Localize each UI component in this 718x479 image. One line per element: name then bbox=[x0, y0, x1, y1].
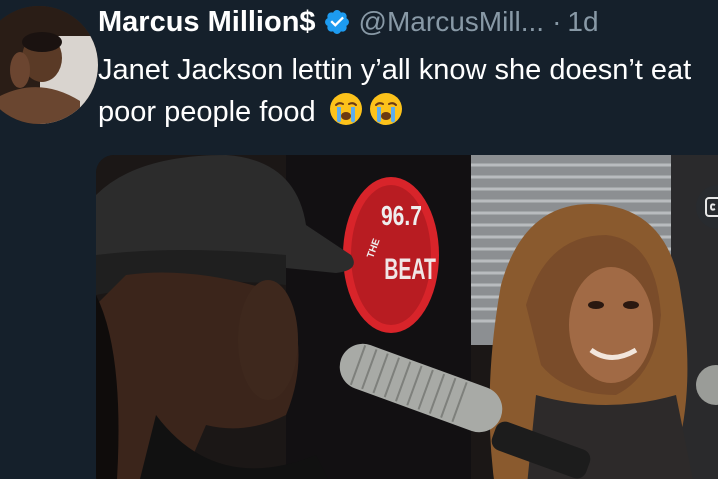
closed-captions-icon bbox=[705, 197, 718, 217]
avatar[interactable] bbox=[0, 6, 98, 124]
loudly-crying-face-icon bbox=[328, 91, 364, 127]
avatar-photo bbox=[0, 6, 98, 124]
tweet-media-video[interactable]: 96.7 THE BEAT bbox=[96, 155, 718, 479]
tweet-body: Janet Jackson lettin y’all know she does… bbox=[98, 49, 708, 133]
loudly-crying-face-icon bbox=[368, 91, 404, 127]
station-logo-number: 96.7 bbox=[381, 200, 422, 231]
author-name[interactable]: Marcus Million$ bbox=[98, 6, 316, 39]
station-logo-word: BEAT bbox=[384, 253, 436, 286]
tweet-header: Marcus Million$ @MarcusMill... · 1d bbox=[98, 2, 599, 42]
tweet: Marcus Million$ @MarcusMill... · 1d Jane… bbox=[0, 0, 718, 479]
author-handle[interactable]: @MarcusMill... bbox=[359, 6, 545, 38]
timestamp[interactable]: 1d bbox=[567, 6, 598, 38]
separator-dot: · bbox=[552, 6, 562, 37]
verified-badge-icon bbox=[323, 8, 351, 36]
